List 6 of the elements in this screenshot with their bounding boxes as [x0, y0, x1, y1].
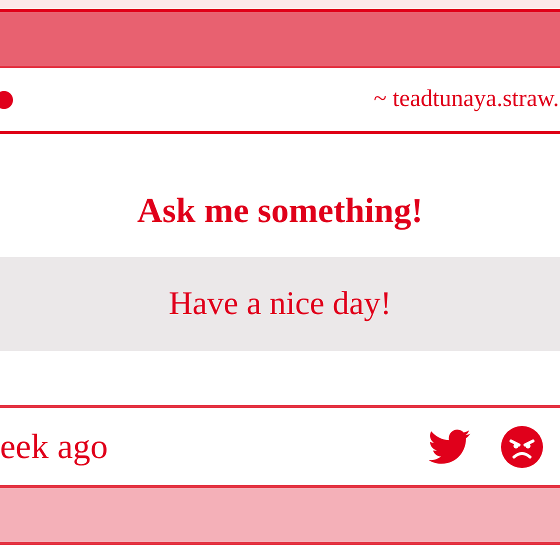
- angry-face-icon[interactable]: [501, 426, 543, 468]
- user-handle[interactable]: ~ teadtunaya.straw.: [374, 86, 559, 113]
- bird-icon[interactable]: [429, 428, 471, 464]
- answer-text: Have a nice day!: [168, 286, 392, 322]
- timestamp: eek ago: [0, 426, 108, 466]
- question-text: Ask me something!: [137, 191, 423, 231]
